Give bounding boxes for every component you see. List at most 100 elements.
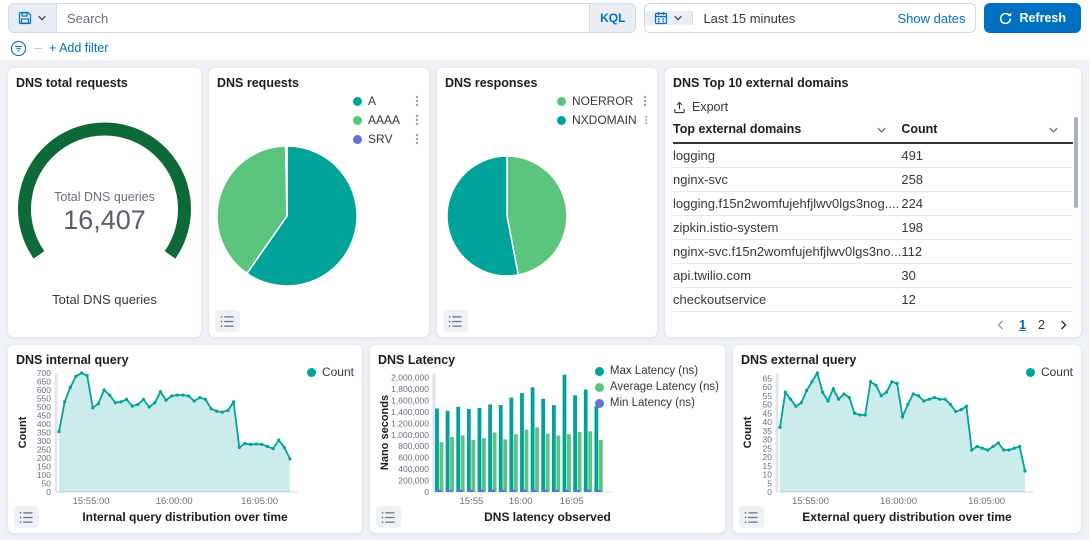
svg-text:1,600,000: 1,600,000 xyxy=(391,395,429,405)
kql-button[interactable]: KQL xyxy=(589,4,635,32)
x-axis-title: External query distribution over time xyxy=(741,510,1073,524)
svg-text:1,200,000: 1,200,000 xyxy=(391,418,429,428)
panel-dns-total-requests: DNS total requests Total DNS queries16,4… xyxy=(8,68,201,337)
legend-toggle-button[interactable] xyxy=(14,506,39,528)
legend-toggle-button[interactable] xyxy=(739,506,764,528)
search-input[interactable] xyxy=(57,4,589,32)
svg-text:500: 500 xyxy=(37,402,51,412)
legend-item[interactable]: Min Latency (ns) xyxy=(595,397,719,409)
legend-toggle-button[interactable] xyxy=(376,506,401,528)
x-axis-title: DNS latency observed xyxy=(378,510,717,524)
svg-text:60: 60 xyxy=(763,382,773,392)
svg-text:16:05:00: 16:05:00 xyxy=(241,496,278,507)
svg-text:50: 50 xyxy=(763,400,773,410)
svg-text:200,000: 200,000 xyxy=(398,476,429,486)
legend-item[interactable]: Average Latency (ns) xyxy=(595,381,719,393)
svg-text:45: 45 xyxy=(763,408,773,418)
legend-label: NXDOMAIN xyxy=(572,113,637,127)
filter-icon[interactable] xyxy=(10,40,27,57)
svg-text:1,800,000: 1,800,000 xyxy=(391,384,429,394)
svg-text:16:00: 16:00 xyxy=(509,496,533,507)
svg-text:15:55:00: 15:55:00 xyxy=(73,496,110,507)
svg-text:15:55:00: 15:55:00 xyxy=(792,496,829,507)
legend-toggle-button[interactable] xyxy=(443,310,468,332)
legend-actions-icon[interactable] xyxy=(413,113,421,127)
svg-text:40: 40 xyxy=(763,417,773,427)
refresh-button[interactable]: Refresh xyxy=(984,3,1081,33)
sort-chevron-icon[interactable] xyxy=(1048,124,1059,135)
panel-title: DNS internal query xyxy=(16,353,354,368)
pagination-prev-icon[interactable] xyxy=(995,319,1007,331)
svg-text:800,000: 800,000 xyxy=(398,441,429,451)
table-row: nginx-svc.f15n2womfujehfjlwv0lgs3no...11… xyxy=(673,240,1073,264)
pagination-page-button[interactable]: 2 xyxy=(1038,318,1045,332)
svg-text:16:00:00: 16:00:00 xyxy=(156,496,193,507)
table-pagination: 12 xyxy=(995,318,1069,332)
svg-text:16:05:00: 16:05:00 xyxy=(968,496,1005,507)
sort-chevron-icon[interactable] xyxy=(876,124,887,135)
svg-text:15: 15 xyxy=(763,461,773,471)
pie-legend: AAAAASRV xyxy=(353,94,421,146)
legend-dot xyxy=(307,368,316,377)
save-icon xyxy=(18,11,32,25)
svg-text:550: 550 xyxy=(37,394,51,404)
svg-text:16:05: 16:05 xyxy=(560,496,584,507)
domains-table: Top external domains Count logging491ngi… xyxy=(673,118,1073,312)
legend-item[interactable]: Count xyxy=(1026,365,1073,379)
svg-text:55: 55 xyxy=(763,391,773,401)
pagination-page-button[interactable]: 1 xyxy=(1019,318,1026,332)
legend-dot xyxy=(353,135,362,144)
legend-label: Min Latency (ns) xyxy=(610,397,695,409)
legend-item[interactable]: NXDOMAIN xyxy=(557,113,649,127)
legend-item[interactable]: Max Latency (ns) xyxy=(595,365,719,377)
count-cell: 30 xyxy=(901,264,1073,288)
legend-dot xyxy=(595,367,604,376)
saved-query-menu-button[interactable] xyxy=(9,4,57,32)
show-dates-button[interactable]: Show dates xyxy=(888,11,976,26)
table-row: nginx-svc258 xyxy=(673,168,1073,192)
legend-item[interactable]: SRV xyxy=(353,132,421,146)
svg-text:25: 25 xyxy=(763,443,773,453)
count-cell: 198 xyxy=(901,216,1073,240)
column-header-count[interactable]: Count xyxy=(901,118,1073,143)
count-cell: 258 xyxy=(901,168,1073,192)
date-picker: Last 15 minutes Show dates xyxy=(644,3,976,33)
svg-text:0: 0 xyxy=(767,487,772,497)
svg-text:15:55: 15:55 xyxy=(460,496,484,507)
external-query-area-chart[interactable]: 0510152025303540455055606515:55:0016:00:… xyxy=(741,368,1073,508)
top-navigation-bar: KQL Last 15 minutes Show dates Refresh xyxy=(0,0,1089,36)
export-button[interactable]: Export xyxy=(673,100,728,114)
legend-dot xyxy=(557,97,566,106)
legend-item[interactable]: AAAA xyxy=(353,113,421,127)
column-header-domains[interactable]: Top external domains xyxy=(673,118,901,143)
legend-actions-icon[interactable] xyxy=(413,94,421,108)
legend-actions-icon[interactable] xyxy=(643,113,649,127)
panel-title: DNS external query xyxy=(741,353,1073,368)
calendar-menu-button[interactable] xyxy=(645,11,693,25)
add-filter-button[interactable]: + Add filter xyxy=(49,41,108,55)
table-scrollbar[interactable] xyxy=(1074,117,1078,208)
legend-label: Average Latency (ns) xyxy=(610,381,719,393)
legend-item[interactable]: A xyxy=(353,94,421,108)
count-cell: 491 xyxy=(901,143,1073,168)
list-icon xyxy=(220,315,235,328)
legend-item[interactable]: Count xyxy=(307,365,354,379)
x-axis-title: Internal query distribution over time xyxy=(16,510,354,524)
export-icon xyxy=(673,101,686,114)
table-row: checkoutservice12 xyxy=(673,288,1073,312)
panel-dns-requests: DNS requests AAAAASRV xyxy=(209,68,429,337)
panel-title: DNS total requests xyxy=(16,76,193,91)
panel-dns-latency: DNS Latency Max Latency (ns)Average Late… xyxy=(370,345,725,533)
internal-query-area-chart[interactable]: 0501001502002503003504004505005506006507… xyxy=(16,368,354,508)
legend-toggle-button[interactable] xyxy=(215,310,240,332)
pagination-next-icon[interactable] xyxy=(1057,319,1069,331)
count-cell: 224 xyxy=(901,192,1073,216)
legend-item[interactable]: NOERROR xyxy=(557,94,649,108)
legend-actions-icon[interactable] xyxy=(413,132,421,146)
legend-label: Count xyxy=(1041,365,1073,379)
time-range-value[interactable]: Last 15 minutes xyxy=(693,11,887,26)
calendar-icon xyxy=(654,11,668,25)
svg-text:0: 0 xyxy=(46,487,51,497)
legend-actions-icon[interactable] xyxy=(641,94,649,108)
svg-text:16,407: 16,407 xyxy=(63,205,146,235)
